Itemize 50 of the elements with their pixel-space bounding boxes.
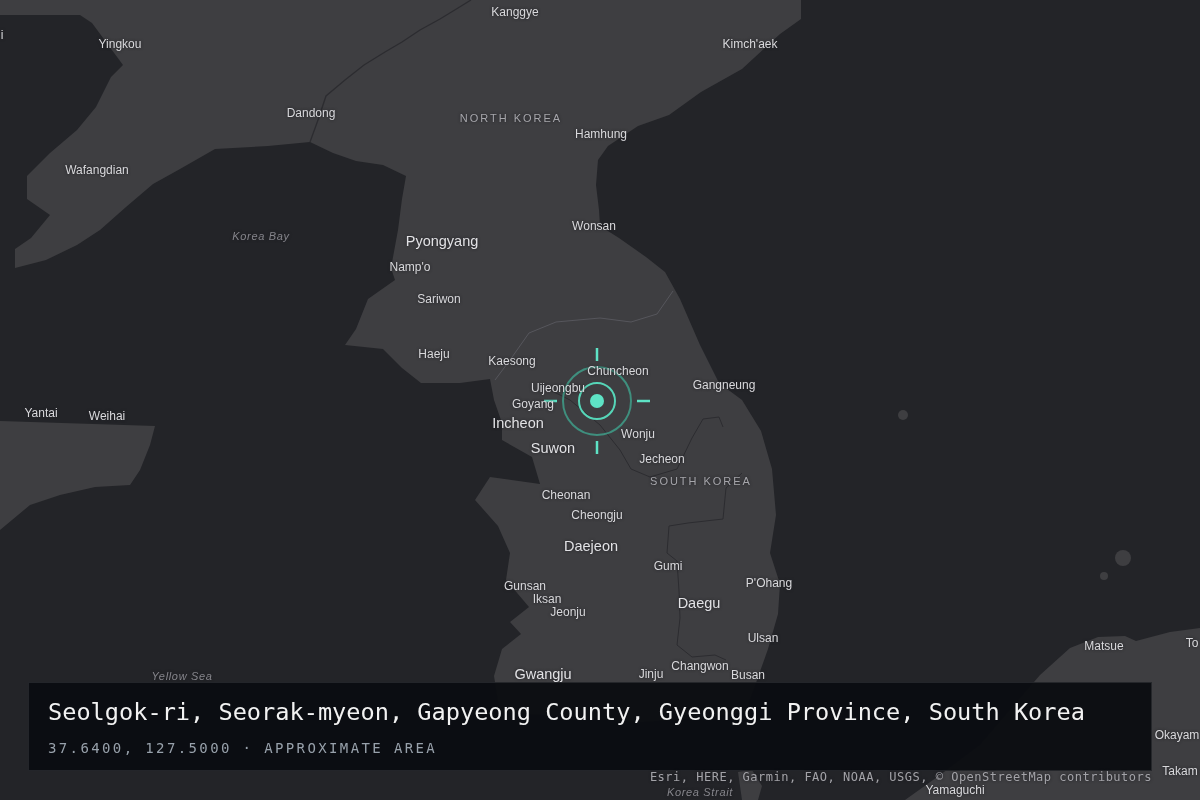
city-label: Takam [1162,765,1198,777]
city-label: Jecheon [639,453,685,465]
city-label: Cheongju [571,509,623,521]
city-label: Hamhung [575,128,627,140]
water-label: Korea Strait [667,786,733,798]
city-label: Gwangju [514,666,572,682]
city-label: Uijeongbu [531,382,585,394]
city-label: Namp'o [389,261,431,273]
city-label: Kaesong [488,355,536,367]
city-label: P'Ohang [745,577,793,589]
city-label: Weihai [88,410,126,422]
water-label: Yellow Sea [151,670,213,682]
city-label: Daejeon [564,538,618,554]
city-label: Matsue [1084,640,1124,652]
city-label: To [1185,637,1199,649]
city-label: Daegu [677,595,721,611]
city-label: Kimch'aek [722,38,778,50]
city-label: Incheon [492,415,544,431]
city-label: Wonju [621,428,655,440]
water-label: Korea Bay [232,230,290,242]
city-label: Gumi [653,560,683,572]
city-label: Sariwon [417,293,461,305]
city-label: Kanggye [491,6,539,18]
city-label: Goyang [512,398,554,410]
city-label: Jinju [638,668,664,680]
city-label: Yamaguchi [925,784,985,796]
city-label: Wafangdian [65,164,129,176]
city-label: Jeonju [550,606,586,618]
city-label: Haeju [418,348,450,360]
location-title: Seolgok-ri, Seorak-myeon, Gapyeong County, Gyeonggi Province, South Korea [48,698,1085,726]
city-label: Cheonan [541,489,591,501]
city-label: Gunsan [504,580,546,592]
city-label: Yantai [24,407,58,419]
city-label: Iksan [532,593,562,605]
country-label: NORTH KOREA [459,112,563,124]
coordinates-text: 37.6400, 127.5000 · APPROXIMATE AREA [48,739,438,757]
city-label: i [0,29,4,41]
city-label: Wonsan [572,220,616,232]
city-label: Gangneung [692,379,756,391]
city-label: Chuncheon [587,365,649,377]
country-label: SOUTH KOREA [650,475,752,487]
city-label: Ulsan [747,632,779,644]
city-label: Busan [731,669,765,681]
city-label: Changwon [671,660,729,672]
city-label: Suwon [530,440,576,456]
attribution-text: Esri, HERE, Garmin, FAO, NOAA, USGS, © OpenStreetMap contributors [649,771,1152,783]
city-label: Yingkou [98,38,142,50]
city-label: Pyongyang [405,233,479,249]
city-label: Dandong [286,107,336,119]
city-label: Okayam [1154,729,1200,741]
